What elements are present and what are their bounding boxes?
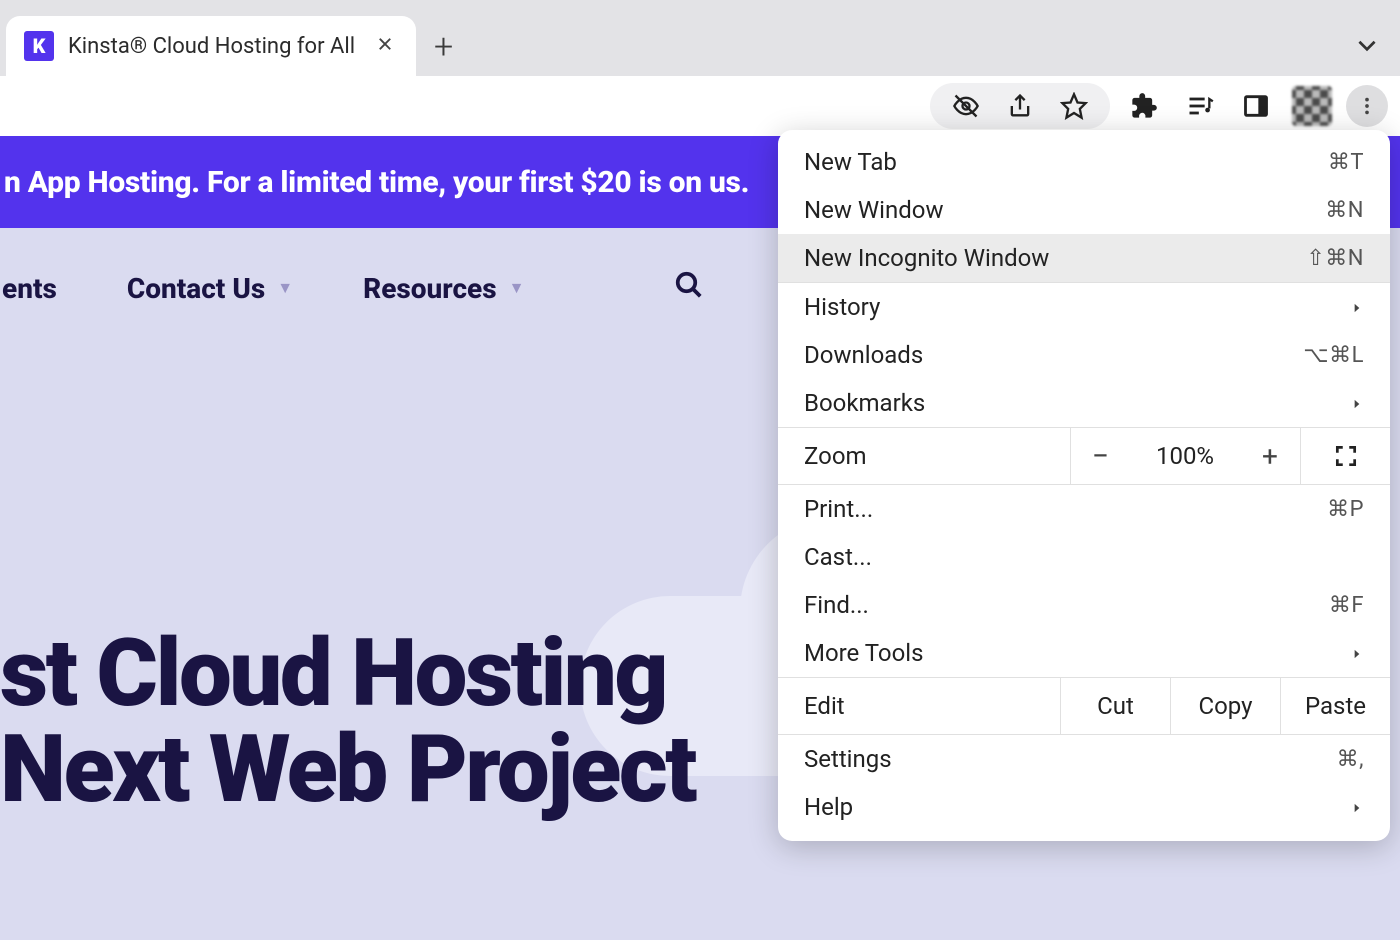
reading-list-button[interactable] xyxy=(1178,84,1222,128)
menu-item-shortcut: ⌘, xyxy=(1337,747,1364,772)
bookmark-star-button[interactable] xyxy=(1060,92,1088,120)
menu-item-label: Help xyxy=(804,793,853,821)
close-tab-button[interactable] xyxy=(372,30,398,63)
menu-history[interactable]: History xyxy=(778,283,1390,331)
close-icon xyxy=(376,35,394,53)
menu-downloads[interactable]: Downloads ⌥⌘L xyxy=(778,331,1390,379)
browser-toolbar xyxy=(0,76,1400,136)
zoom-out-button[interactable]: − xyxy=(1070,428,1130,484)
menu-zoom-row: Zoom − 100% + xyxy=(778,428,1390,484)
panel-icon xyxy=(1242,92,1270,120)
nav-item-resources[interactable]: Resources ▼ xyxy=(363,272,524,305)
submenu-arrow-icon xyxy=(1350,793,1364,821)
menu-item-shortcut: ⇧⌘N xyxy=(1306,246,1364,271)
menu-item-label: Bookmarks xyxy=(804,389,925,417)
menu-item-label: Edit xyxy=(778,678,1060,734)
menu-item-label: New Tab xyxy=(804,148,897,176)
browser-tab[interactable]: K Kinsta® Cloud Hosting for All Y xyxy=(6,16,416,76)
fullscreen-icon xyxy=(1333,443,1359,469)
menu-bookmarks[interactable]: Bookmarks xyxy=(778,379,1390,427)
star-icon xyxy=(1060,92,1088,120)
edit-paste-button[interactable]: Paste xyxy=(1280,678,1390,734)
privacy-eye-button[interactable] xyxy=(952,92,980,120)
menu-edit-row: Edit Cut Copy Paste xyxy=(778,678,1390,734)
nav-item-partial[interactable]: ents xyxy=(2,272,57,305)
nav-item-label: ents xyxy=(2,272,57,305)
chevron-down-icon xyxy=(1354,32,1380,58)
menu-item-label: History xyxy=(804,293,880,321)
puzzle-icon xyxy=(1130,92,1158,120)
nav-item-label: Contact Us xyxy=(127,272,265,305)
menu-item-label: Print... xyxy=(804,495,873,523)
menu-item-label: New Window xyxy=(804,196,943,224)
menu-item-shortcut: ⌥⌘L xyxy=(1303,343,1364,368)
menu-item-shortcut: ⌘F xyxy=(1329,593,1364,618)
menu-cast[interactable]: Cast... xyxy=(778,533,1390,581)
menu-new-incognito[interactable]: New Incognito Window ⇧⌘N xyxy=(778,234,1390,282)
menu-item-label: More Tools xyxy=(804,639,924,667)
submenu-arrow-icon xyxy=(1350,293,1364,321)
share-button[interactable] xyxy=(1006,92,1034,120)
omnibox-actions xyxy=(930,83,1110,129)
zoom-value: 100% xyxy=(1130,428,1240,484)
music-list-icon xyxy=(1186,92,1214,120)
share-icon xyxy=(1006,92,1034,120)
menu-help[interactable]: Help xyxy=(778,783,1390,831)
menu-item-label: Cast... xyxy=(804,543,872,571)
nav-item-label: Resources xyxy=(363,272,497,305)
chevron-down-icon: ▼ xyxy=(277,278,293,298)
edit-copy-button[interactable]: Copy xyxy=(1170,678,1280,734)
menu-settings[interactable]: Settings ⌘, xyxy=(778,735,1390,783)
menu-item-label: Zoom xyxy=(778,428,1070,484)
submenu-arrow-icon xyxy=(1350,639,1364,667)
nav-item-contact[interactable]: Contact Us ▼ xyxy=(127,272,293,305)
edit-cut-button[interactable]: Cut xyxy=(1060,678,1170,734)
fullscreen-button[interactable] xyxy=(1300,428,1390,484)
zoom-in-button[interactable]: + xyxy=(1240,428,1300,484)
hero-line-2: Next Web Project xyxy=(0,722,695,818)
menu-more-tools[interactable]: More Tools xyxy=(778,629,1390,677)
menu-item-shortcut: ⌘T xyxy=(1328,150,1364,175)
menu-item-shortcut: ⌘N xyxy=(1325,198,1364,223)
menu-print[interactable]: Print... ⌘P xyxy=(778,485,1390,533)
menu-item-label: Settings xyxy=(804,745,892,773)
kebab-icon xyxy=(1356,95,1378,117)
tab-title: Kinsta® Cloud Hosting for All Y xyxy=(68,34,358,59)
new-tab-button[interactable]: + xyxy=(434,30,453,64)
menu-item-label: New Incognito Window xyxy=(804,244,1049,272)
tab-strip: K Kinsta® Cloud Hosting for All Y + xyxy=(0,0,1400,76)
hero-line-1: st Cloud Hosting xyxy=(0,626,695,722)
tab-list-dropdown[interactable] xyxy=(1354,32,1380,62)
side-panel-button[interactable] xyxy=(1234,84,1278,128)
chevron-down-icon: ▼ xyxy=(509,278,525,298)
menu-item-shortcut: ⌘P xyxy=(1327,497,1364,522)
site-search-button[interactable] xyxy=(674,270,704,307)
tab-favicon: K xyxy=(24,31,54,61)
main-menu-button[interactable] xyxy=(1346,85,1388,127)
hero-heading: st Cloud Hosting Next Web Project xyxy=(0,626,695,818)
profile-avatar[interactable] xyxy=(1292,86,1332,126)
extensions-button[interactable] xyxy=(1122,84,1166,128)
menu-item-label: Find... xyxy=(804,591,869,619)
menu-find[interactable]: Find... ⌘F xyxy=(778,581,1390,629)
eye-off-icon xyxy=(952,92,980,120)
search-icon xyxy=(674,270,704,300)
menu-new-window[interactable]: New Window ⌘N xyxy=(778,186,1390,234)
menu-new-tab[interactable]: New Tab ⌘T xyxy=(778,138,1390,186)
main-menu-dropdown: New Tab ⌘T New Window ⌘N New Incognito W… xyxy=(778,130,1390,841)
menu-item-label: Downloads xyxy=(804,341,923,369)
submenu-arrow-icon xyxy=(1350,389,1364,417)
